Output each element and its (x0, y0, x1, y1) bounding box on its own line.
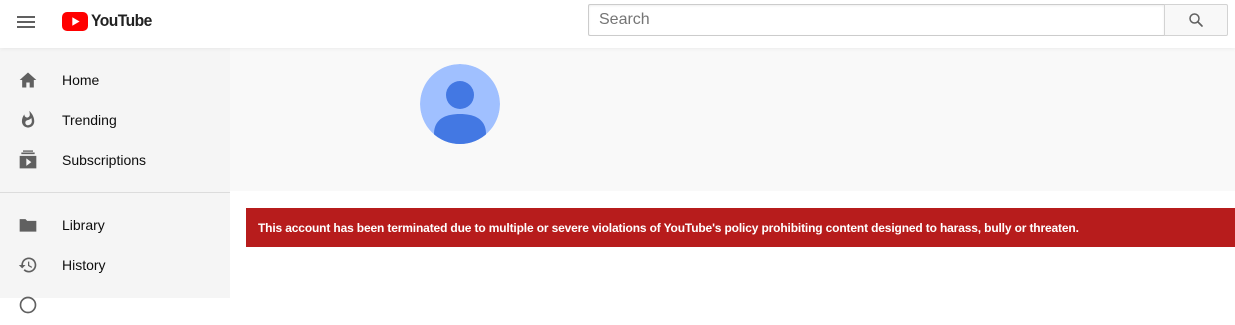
logo-text: YouTube (91, 11, 152, 30)
sidebar-item-label: Library (62, 217, 105, 233)
youtube-logo[interactable]: YouTube (62, 10, 157, 32)
history-icon (16, 253, 40, 277)
flame-icon (16, 108, 40, 132)
sidebar-item-partial[interactable] (0, 285, 230, 325)
channel-avatar (420, 64, 500, 144)
search-icon (1189, 13, 1203, 27)
hamburger-menu-icon (17, 16, 35, 28)
termination-alert: This account has been terminated due to … (246, 208, 1235, 247)
sidebar: Home Trending Subscriptions Library Hist… (0, 48, 230, 314)
default-avatar-icon (420, 64, 500, 144)
sidebar-item-home[interactable]: Home (0, 60, 230, 100)
search-bar (588, 4, 1228, 36)
clock-icon (16, 293, 40, 317)
search-input[interactable] (588, 4, 1164, 36)
alert-message: This account has been terminated due to … (258, 220, 1079, 235)
sidebar-item-history[interactable]: History (0, 245, 230, 285)
sidebar-item-label: Home (62, 72, 100, 88)
sidebar-item-label: Subscriptions (62, 152, 147, 168)
sidebar-item-label: Trending (62, 112, 117, 128)
sidebar-divider (0, 192, 230, 193)
masthead: YouTube (0, 0, 1235, 48)
folder-icon (16, 213, 40, 237)
sidebar-item-subscriptions[interactable]: Subscriptions (0, 140, 230, 180)
search-button[interactable] (1164, 4, 1228, 36)
subscriptions-icon (16, 148, 40, 172)
home-icon (16, 68, 40, 92)
youtube-play-icon (62, 11, 88, 31)
menu-button[interactable] (10, 6, 42, 38)
sidebar-item-label: History (62, 257, 106, 273)
channel-header (230, 48, 1235, 191)
sidebar-item-trending[interactable]: Trending (0, 100, 230, 140)
sidebar-item-library[interactable]: Library (0, 205, 230, 245)
